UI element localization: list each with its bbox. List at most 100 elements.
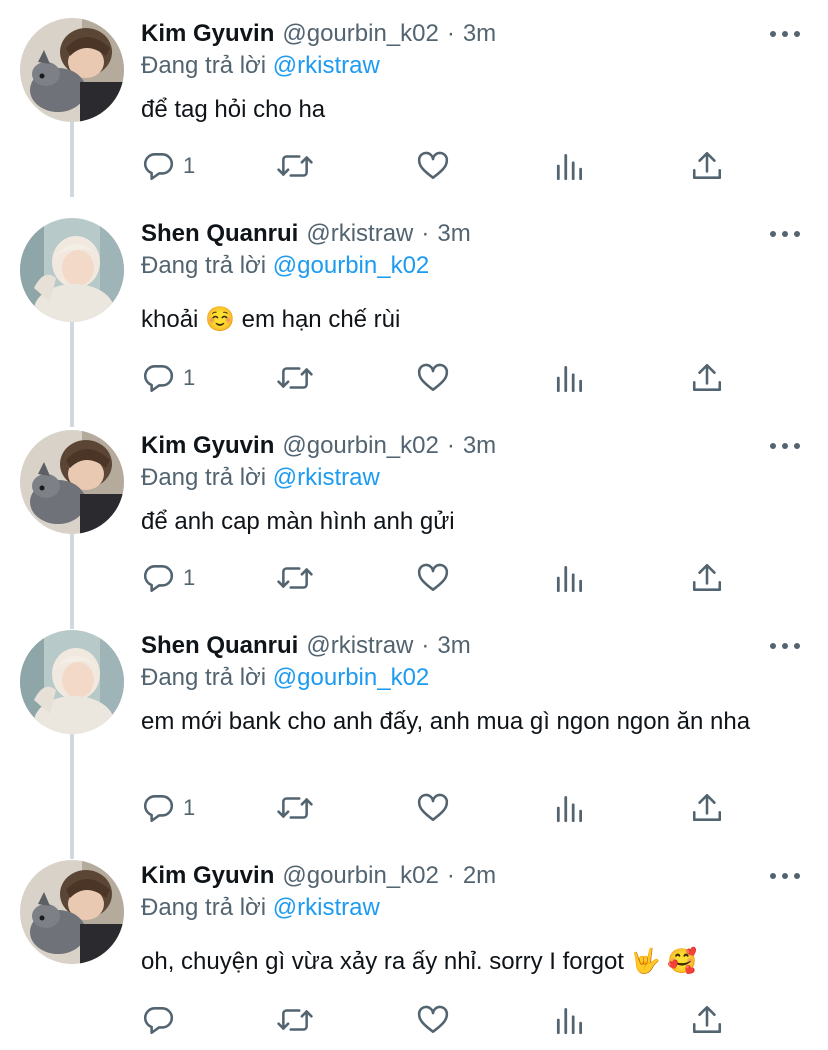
reply-button[interactable]: 1 — [141, 790, 195, 826]
views-icon — [553, 561, 587, 595]
reply-icon — [141, 1003, 175, 1037]
tweet-header: Kim Gyuvin @gourbin_k02 · 2m — [141, 860, 496, 892]
retweet-button[interactable] — [277, 148, 313, 184]
retweet-button[interactable] — [277, 1002, 313, 1038]
separator-dot: · — [446, 20, 455, 47]
avatar[interactable] — [20, 630, 124, 734]
separator-dot: · — [446, 432, 455, 459]
retweet-button[interactable] — [277, 790, 313, 826]
display-name[interactable]: Shen Quanrui — [141, 632, 298, 660]
replying-to: Đang trả lời @gourbin_k02 — [141, 252, 429, 280]
tweet[interactable]: Kim Gyuvin @gourbin_k02 · 3m Đang trả lờ… — [0, 430, 828, 630]
replying-to: Đang trả lời @rkistraw — [141, 894, 380, 922]
like-button[interactable] — [416, 360, 450, 396]
separator-dot: · — [446, 862, 455, 889]
like-icon — [416, 1003, 450, 1037]
like-button[interactable] — [416, 148, 450, 184]
reply-button[interactable] — [141, 1002, 183, 1038]
display-name[interactable]: Shen Quanrui — [141, 220, 298, 248]
retweet-button[interactable] — [277, 560, 313, 596]
views-button[interactable] — [553, 360, 587, 396]
views-button[interactable] — [553, 560, 587, 596]
tweet-header: Kim Gyuvin @gourbin_k02 · 3m — [141, 18, 496, 50]
like-icon — [416, 361, 450, 395]
user-handle[interactable]: @gourbin_k02 — [282, 432, 438, 460]
avatar[interactable] — [20, 860, 124, 964]
more-icon[interactable] — [770, 864, 800, 888]
tweet-header: Kim Gyuvin @gourbin_k02 · 3m — [141, 430, 496, 462]
reply-count: 1 — [183, 153, 196, 178]
replying-to: Đang trả lời @rkistraw — [141, 52, 380, 80]
reply-icon — [141, 361, 175, 395]
views-button[interactable] — [553, 790, 587, 826]
retweet-icon — [277, 791, 313, 825]
replying-to-label: Đang trả lời — [141, 464, 267, 491]
timestamp[interactable]: 3m — [463, 432, 496, 460]
user-handle[interactable]: @rkistraw — [306, 220, 413, 248]
share-button[interactable] — [690, 148, 724, 184]
like-icon — [416, 791, 450, 825]
like-button[interactable] — [416, 560, 450, 596]
tweet[interactable]: Shen Quanrui @rkistraw · 3m Đang trả lời… — [0, 218, 828, 428]
more-icon[interactable] — [770, 222, 800, 246]
avatar[interactable] — [20, 18, 124, 122]
action-bar: 1 — [141, 560, 741, 596]
share-button[interactable] — [690, 790, 724, 826]
tweet-text: khoải ☺️ em hạn chế rùi — [141, 306, 401, 333]
share-button[interactable] — [690, 360, 724, 396]
avatar[interactable] — [20, 218, 124, 322]
display-name[interactable]: Kim Gyuvin — [141, 20, 274, 48]
reply-button[interactable]: 1 — [141, 360, 195, 396]
retweet-icon — [277, 561, 313, 595]
user-handle[interactable]: @gourbin_k02 — [282, 20, 438, 48]
user-handle[interactable]: @rkistraw — [306, 632, 413, 660]
like-button[interactable] — [416, 790, 450, 826]
views-button[interactable] — [553, 148, 587, 184]
more-icon[interactable] — [770, 434, 800, 458]
mention-link[interactable]: @gourbin_k02 — [273, 664, 429, 691]
user-handle[interactable]: @gourbin_k02 — [282, 862, 438, 890]
action-bar: 1 — [141, 360, 741, 396]
share-icon — [690, 1003, 724, 1037]
mention-link[interactable]: @rkistraw — [273, 464, 380, 491]
share-icon — [690, 361, 724, 395]
tweet[interactable]: Kim Gyuvin @gourbin_k02 · 2m Đang trả lờ… — [0, 860, 828, 1050]
views-icon — [553, 149, 587, 183]
share-icon — [690, 791, 724, 825]
display-name[interactable]: Kim Gyuvin — [141, 862, 274, 890]
mention-link[interactable]: @gourbin_k02 — [273, 252, 429, 279]
reply-button[interactable]: 1 — [141, 148, 195, 184]
timestamp[interactable]: 3m — [463, 20, 496, 48]
reply-icon — [141, 149, 175, 183]
display-name[interactable]: Kim Gyuvin — [141, 432, 274, 460]
views-button[interactable] — [553, 1002, 587, 1038]
avatar[interactable] — [20, 430, 124, 534]
share-icon — [690, 149, 724, 183]
more-icon[interactable] — [770, 22, 800, 46]
avatar-image — [20, 18, 124, 122]
more-icon[interactable] — [770, 634, 800, 658]
like-icon — [416, 561, 450, 595]
timestamp[interactable]: 3m — [437, 632, 470, 660]
tweet[interactable]: Shen Quanrui @rkistraw · 3m Đang trả lời… — [0, 630, 828, 860]
action-bar — [141, 1002, 741, 1038]
mention-link[interactable]: @rkistraw — [273, 52, 380, 79]
tweet-text: để tag hỏi cho ha — [141, 96, 326, 123]
tweet[interactable]: Kim Gyuvin @gourbin_k02 · 3m Đang trả lờ… — [0, 18, 828, 198]
tweet-header: Shen Quanrui @rkistraw · 3m — [141, 630, 471, 662]
share-button[interactable] — [690, 560, 724, 596]
share-button[interactable] — [690, 1002, 724, 1038]
reply-button[interactable]: 1 — [141, 560, 195, 596]
mention-link[interactable]: @rkistraw — [273, 894, 380, 921]
tweet-text: em mới bank cho anh đấy, anh mua gì ngon… — [141, 708, 751, 735]
timestamp[interactable]: 3m — [437, 220, 470, 248]
like-button[interactable] — [416, 1002, 450, 1038]
replying-to: Đang trả lời @rkistraw — [141, 464, 380, 492]
timestamp[interactable]: 2m — [463, 862, 496, 890]
avatar-image — [20, 430, 124, 534]
retweet-icon — [277, 361, 313, 395]
separator-dot: · — [421, 220, 430, 247]
action-bar: 1 — [141, 790, 741, 826]
replying-to-label: Đang trả lời — [141, 894, 267, 921]
retweet-button[interactable] — [277, 360, 313, 396]
